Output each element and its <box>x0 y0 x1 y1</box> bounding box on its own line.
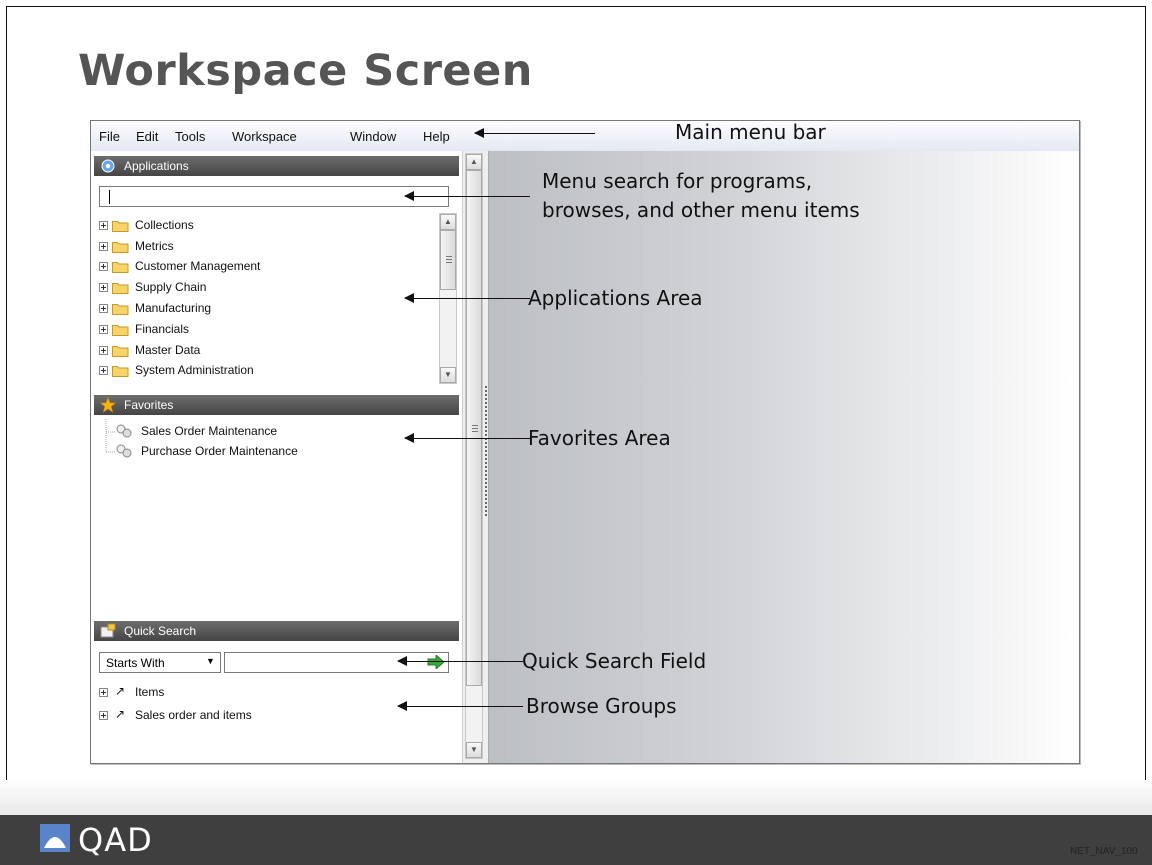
tree-item-label: Collections <box>135 218 194 232</box>
quick-search-input[interactable] <box>224 652 449 673</box>
slide-code: NET_NAV_100 <box>1070 846 1138 857</box>
footer-fade <box>0 780 1152 815</box>
scroll-down-button[interactable]: ▼ <box>440 367 456 383</box>
favorite-item-label: Purchase Order Maintenance <box>141 444 298 458</box>
annotation-menu-search-line2: browses, and other menu items <box>542 198 860 222</box>
main-menubar: File Edit Tools Workspace Window Help <box>91 121 1079 151</box>
favorite-item-label: Sales Order Maintenance <box>141 424 278 438</box>
expand-icon[interactable] <box>99 346 108 355</box>
footer-bar <box>0 815 1152 865</box>
annotation-menu-search-line1: Menu search for programs, <box>542 169 813 193</box>
program-icon <box>116 444 132 458</box>
tree-item-label: Master Data <box>135 343 201 357</box>
tree-item-label: Customer Management <box>135 259 261 273</box>
browse-group-label: Items <box>135 685 165 699</box>
tree-item-label: Metrics <box>135 239 174 253</box>
folder-icon <box>112 304 129 315</box>
text-caret <box>109 190 110 204</box>
applications-header: Applications <box>94 156 459 176</box>
menu-window[interactable]: Window <box>350 129 396 144</box>
scroll-thumb[interactable] <box>466 170 482 686</box>
expand-icon[interactable] <box>99 262 108 271</box>
expand-icon[interactable] <box>99 688 108 697</box>
annotation-arrow <box>397 656 523 666</box>
browse-icon: ↗ <box>115 684 126 698</box>
expand-icon[interactable] <box>99 242 108 251</box>
pane-splitter[interactable]: ▲ ▼ <box>462 151 489 763</box>
star-icon <box>100 397 116 413</box>
qad-logo-text: QAD <box>78 821 153 859</box>
menu-search-input[interactable] <box>99 186 449 207</box>
scroll-up-button[interactable]: ▲ <box>440 214 456 230</box>
menu-workspace[interactable]: Workspace <box>232 129 297 144</box>
folder-icon <box>112 325 129 336</box>
favorites-header-label: Favorites <box>124 398 174 412</box>
program-icon <box>116 424 132 438</box>
folder-icon <box>112 283 129 294</box>
annotation-quick-search-field: Quick Search Field <box>522 649 707 673</box>
quick-search-header: Quick Search <box>94 621 459 641</box>
tree-item-label: Supply Chain <box>135 280 207 294</box>
expand-icon[interactable] <box>99 221 108 230</box>
annotation-favorites-area: Favorites Area <box>528 426 671 450</box>
folder-icon <box>112 262 129 273</box>
expand-icon[interactable] <box>99 366 108 375</box>
applications-header-label: Applications <box>124 159 189 173</box>
chevron-down-icon: ▼ <box>206 656 215 666</box>
quick-search-mode-dropdown[interactable]: Starts With ▼ <box>99 652 221 673</box>
expand-icon[interactable] <box>99 283 108 292</box>
menu-file[interactable]: File <box>99 129 120 144</box>
left-pane: Applications Collections Metrics Custome… <box>91 151 461 763</box>
expand-icon[interactable] <box>99 304 108 313</box>
left-pane-scrollbar[interactable]: ▲ ▼ <box>465 153 483 759</box>
annotation-arrow <box>404 293 530 303</box>
menu-help[interactable]: Help <box>423 129 450 144</box>
annotation-arrow <box>397 701 523 711</box>
tree-item-label: System Administration <box>135 363 254 377</box>
qad-logo-icon <box>40 824 70 852</box>
folder-icon <box>112 221 129 232</box>
expand-icon[interactable] <box>99 325 108 334</box>
annotation-main-menu-bar: Main menu bar <box>675 120 826 144</box>
scroll-up-button[interactable]: ▲ <box>466 154 482 170</box>
annotation-arrow <box>404 433 530 443</box>
annotation-arrow <box>474 128 595 138</box>
folder-icon <box>112 242 129 253</box>
quick-search-header-label: Quick Search <box>124 624 197 638</box>
go-arrow-icon[interactable] <box>427 655 445 669</box>
scroll-down-button[interactable]: ▼ <box>466 742 482 758</box>
search-folder-icon <box>100 623 116 638</box>
annotation-applications-area: Applications Area <box>528 286 703 310</box>
expand-icon[interactable] <box>99 711 108 720</box>
tree-item-label: Financials <box>135 322 190 336</box>
annotation-browse-groups: Browse Groups <box>526 694 677 718</box>
browse-icon: ↗ <box>115 707 126 721</box>
folder-icon <box>112 346 129 357</box>
folder-icon <box>112 366 129 377</box>
favorites-header: Favorites <box>94 395 459 415</box>
browse-group-label: Sales order and items <box>135 708 252 722</box>
slide-title: Workspace Screen <box>78 46 533 96</box>
scroll-thumb[interactable] <box>440 230 456 290</box>
menu-edit[interactable]: Edit <box>136 129 158 144</box>
tree-item-label: Manufacturing <box>135 301 212 315</box>
gear-icon <box>101 159 115 173</box>
dropdown-value: Starts With <box>106 656 165 670</box>
annotation-arrow <box>404 191 530 201</box>
menu-tools[interactable]: Tools <box>175 129 205 144</box>
